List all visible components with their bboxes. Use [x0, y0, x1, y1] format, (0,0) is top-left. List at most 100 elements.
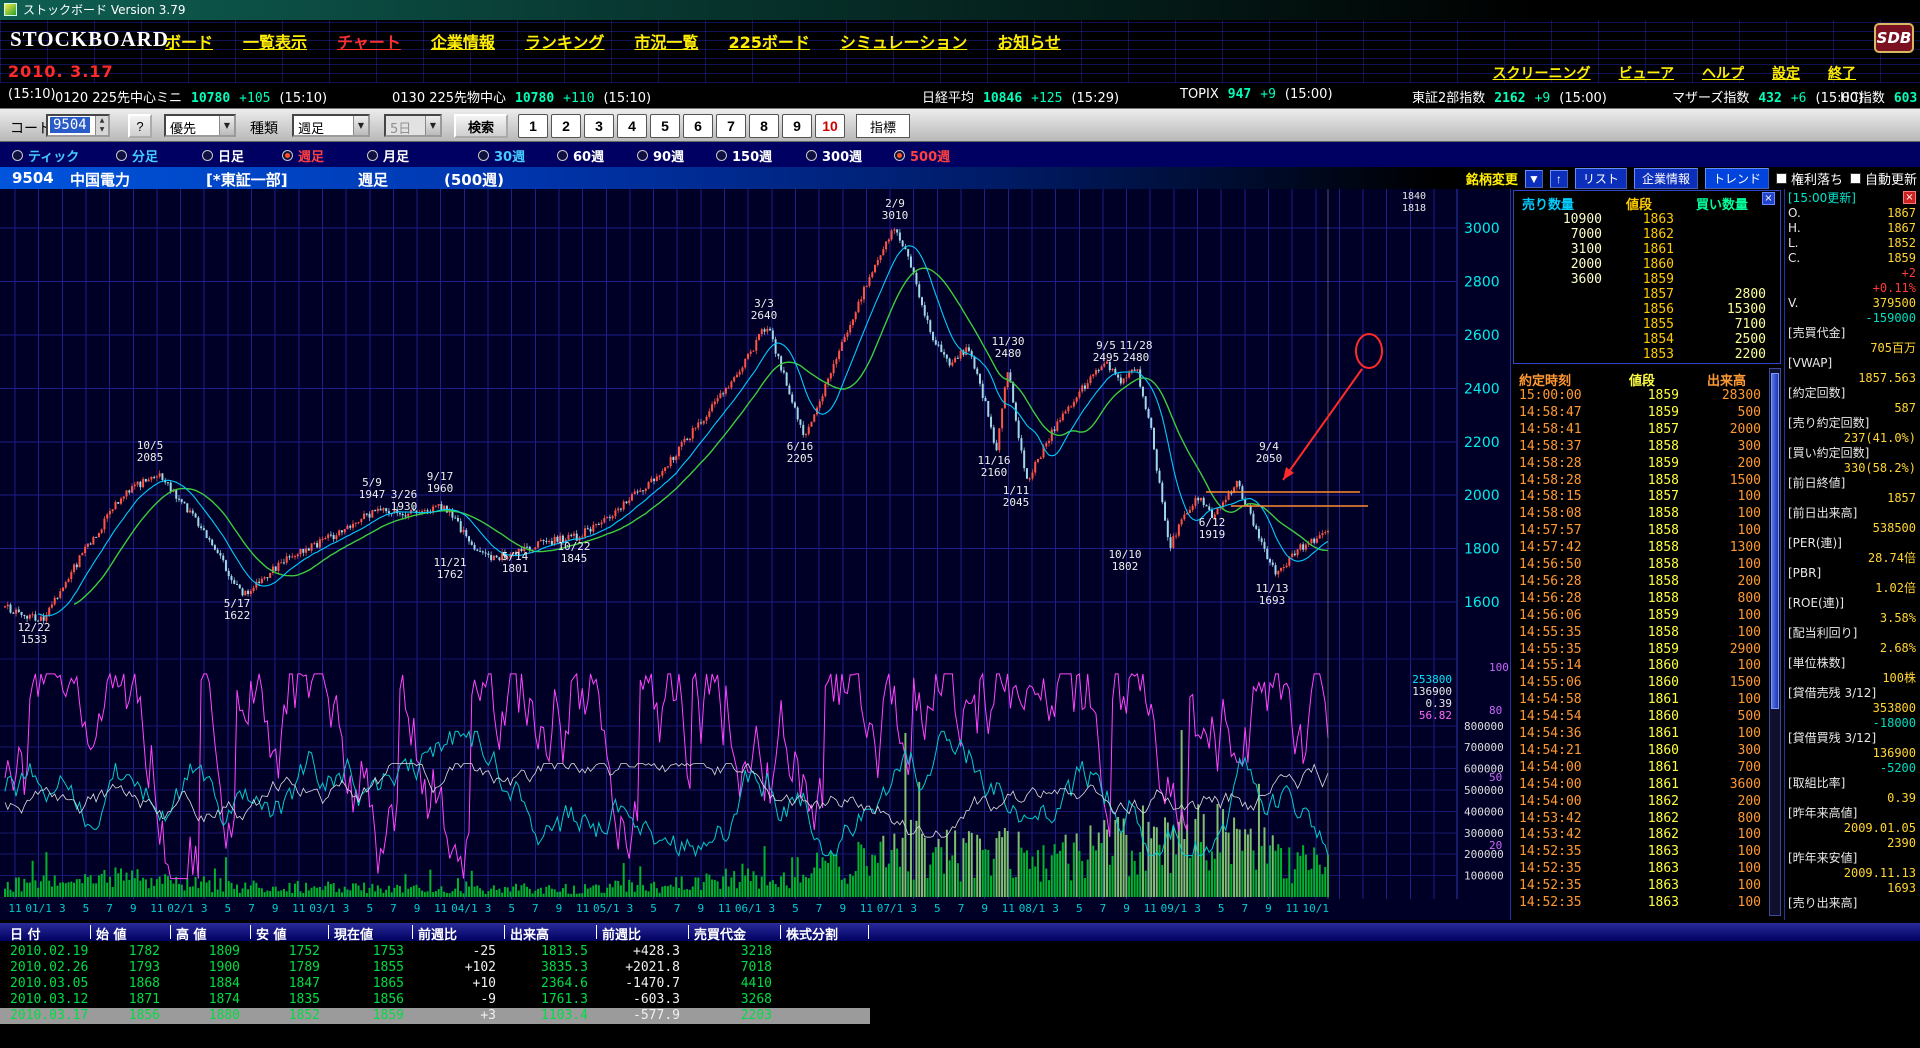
period-option-ティック[interactable]: ティック — [12, 146, 79, 165]
menu-item-1[interactable]: 一覧表示 — [243, 29, 307, 53]
chart-count-button-3[interactable]: 3 — [584, 114, 614, 138]
help-button[interactable]: ? — [128, 114, 152, 138]
trade-price: 1858 — [1629, 625, 1679, 640]
trade-time: 14:58:47 — [1519, 405, 1582, 420]
chart-count-button-4[interactable]: 4 — [617, 114, 647, 138]
subbar-link-1[interactable]: ビューア — [1619, 63, 1674, 83]
search-button[interactable]: 検索 — [454, 114, 508, 138]
radio-icon — [478, 150, 489, 161]
ask-price: 1859 — [1614, 272, 1674, 287]
stat-value: 1859 — [1887, 251, 1916, 266]
subbar-link-2[interactable]: ヘルプ — [1702, 63, 1744, 83]
period-option-60週[interactable]: 60週 — [557, 146, 604, 165]
chart-count-button-6[interactable]: 6 — [683, 114, 713, 138]
period-option-300週[interactable]: 300週 — [806, 146, 862, 165]
period-option-週足[interactable]: 週足 — [282, 146, 324, 165]
chart-count-button-9[interactable]: 9 — [782, 114, 812, 138]
table-row[interactable]: 2010.03.051868188418471865+102364.6-1470… — [0, 976, 1920, 992]
trade-volume: 500 — [1689, 709, 1761, 724]
ticker-change: +9 — [1535, 91, 1551, 106]
period-option-30週[interactable]: 30週 — [478, 146, 525, 165]
period-option-月足[interactable]: 月足 — [367, 146, 409, 165]
indicator-button[interactable]: 指標 — [856, 114, 910, 138]
menu-item-8[interactable]: お知らせ — [997, 29, 1061, 53]
table-row[interactable]: 2010.02.261793190017891855+1023835.3+202… — [0, 960, 1920, 976]
code-input[interactable]: 9504 ▲▼ — [46, 114, 110, 137]
trade-time: 14:57:42 — [1519, 540, 1582, 555]
stat-line: [買い約定回数] — [1788, 446, 1918, 461]
period-option-90週[interactable]: 90週 — [637, 146, 684, 165]
trade-time: 14:55:14 — [1519, 658, 1582, 673]
trend-button[interactable]: トレンド — [1705, 168, 1769, 189]
type-select[interactable]: 週足 ▼ — [292, 114, 370, 137]
timesales-scrollbar[interactable] — [1769, 368, 1781, 916]
company-info-button[interactable]: 企業情報 — [1634, 168, 1698, 189]
menu-item-4[interactable]: ランキング — [525, 29, 605, 53]
stat-label: [配当利回り] — [1788, 626, 1857, 641]
history-header-9: 株式分割 — [786, 924, 838, 943]
stat-line: [単位株数] — [1788, 656, 1918, 671]
change-symbol-label[interactable]: 銘柄変更 — [1466, 169, 1518, 188]
chart-count-button-5[interactable]: 5 — [650, 114, 680, 138]
header-separator — [412, 925, 413, 939]
stats-close-icon[interactable]: × — [1903, 191, 1916, 204]
table-row[interactable]: 2010.03.171856188018521859+31103.4-577.9… — [0, 1008, 1920, 1024]
orderbook-close-icon[interactable]: × — [1762, 192, 1775, 205]
ex-rights-checkbox[interactable]: 権利落ち — [1776, 169, 1843, 188]
chart-count-button-10[interactable]: 10 — [815, 114, 845, 138]
menu-item-0[interactable]: ボード — [165, 29, 213, 53]
period-label: 月足 — [383, 146, 409, 165]
symbol-down-button[interactable]: ▼ — [1525, 170, 1543, 188]
list-button[interactable]: リスト — [1575, 168, 1627, 189]
stat-label: [単位株数] — [1788, 656, 1845, 671]
stat-line: 2.68% — [1788, 641, 1918, 656]
trade-time: 14:58:37 — [1519, 439, 1582, 454]
table-cell: 3835.3 — [510, 960, 588, 975]
period-option-150週[interactable]: 150週 — [716, 146, 772, 165]
menu-item-2[interactable]: チャート — [337, 29, 401, 53]
priority-select[interactable]: 優先 ▼ — [164, 114, 236, 137]
trade-time: 14:58:15 — [1519, 489, 1582, 504]
stat-line: O.1867 — [1788, 206, 1918, 221]
svg-text:1600: 1600 — [1464, 595, 1500, 611]
scrollbar-thumb[interactable] — [1771, 373, 1779, 709]
subbar-link-0[interactable]: スクリーニング — [1493, 63, 1591, 83]
chart-count-button-7[interactable]: 7 — [716, 114, 746, 138]
bid-price: 1857 — [1614, 287, 1674, 302]
day-select[interactable]: 5日 ▼ — [384, 114, 442, 137]
svg-text:11: 11 — [1002, 902, 1015, 915]
table-cell: 1753 — [334, 944, 404, 959]
table-row[interactable]: 2010.02.191782180917521753-251813.5+428.… — [0, 944, 1920, 960]
table-cell: 1835 — [256, 992, 320, 1007]
trade-price: 1858 — [1629, 523, 1679, 538]
table-row[interactable]: 2010.03.121871187418351856-91761.3-603.3… — [0, 992, 1920, 1008]
subbar-link-3[interactable]: 設定 — [1772, 63, 1800, 83]
trade-price: 1861 — [1629, 760, 1679, 775]
chart-count-button-2[interactable]: 2 — [551, 114, 581, 138]
svg-text:3: 3 — [343, 902, 350, 915]
subbar-link-4[interactable]: 終了 — [1828, 63, 1856, 83]
auto-update-checkbox[interactable]: 自動更新 — [1850, 169, 1917, 188]
menu-item-7[interactable]: シミュレーション — [840, 29, 967, 53]
table-cell: 1884 — [176, 976, 240, 991]
table-cell: 1761.3 — [510, 992, 588, 1007]
header-separator — [596, 925, 597, 939]
menu-item-3[interactable]: 企業情報 — [431, 29, 495, 53]
code-spinner[interactable]: ▲▼ — [95, 116, 108, 135]
chart-count-button-1[interactable]: 1 — [518, 114, 548, 138]
menu-item-5[interactable]: 市況一覧 — [634, 29, 698, 53]
trade-price: 1863 — [1629, 895, 1679, 910]
svg-text:1930: 1930 — [391, 500, 418, 513]
chart-count-button-8[interactable]: 8 — [749, 114, 779, 138]
menu-item-6[interactable]: 225ボード — [728, 29, 809, 53]
stat-value: -159000 — [1865, 311, 1916, 326]
period-option-日足[interactable]: 日足 — [202, 146, 244, 165]
svg-text:7: 7 — [958, 902, 965, 915]
ticker-label: 0120 225先中心ミニ — [55, 91, 182, 106]
period-option-分足[interactable]: 分足 — [116, 146, 158, 165]
period-option-500週[interactable]: 500週 — [894, 146, 950, 165]
symbol-up-button[interactable]: ↑ — [1550, 170, 1568, 188]
trade-price: 1857 — [1629, 489, 1679, 504]
period-label: 日足 — [218, 146, 244, 165]
price-chart[interactable]: 3000280026002400220020001800160080000070… — [0, 189, 1510, 920]
